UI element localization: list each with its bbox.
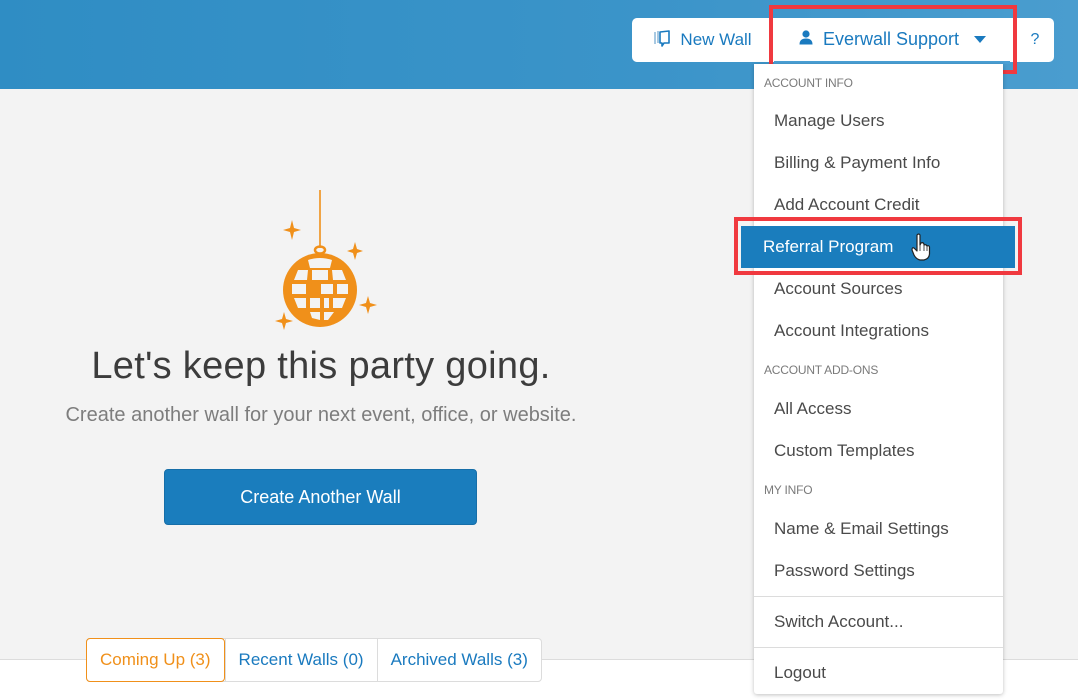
- menu-item-add-credit[interactable]: Add Account Credit: [754, 184, 1003, 226]
- caret-down-icon: [974, 36, 987, 43]
- menu-item-name-email[interactable]: Name & Email Settings: [754, 508, 1003, 550]
- new-wall-label: New Wall: [680, 30, 752, 49]
- account-dropdown-button[interactable]: Everwall Support: [774, 18, 1010, 64]
- menu-item-account-integrations[interactable]: Account Integrations: [754, 310, 1003, 352]
- menu-item-billing[interactable]: Billing & Payment Info: [754, 142, 1003, 184]
- header-actions: New Wall Everwall Support ?: [632, 18, 1054, 64]
- menu-divider: [754, 596, 1003, 597]
- hand-pointer-cursor-icon: [911, 233, 931, 266]
- menu-item-all-access[interactable]: All Access: [754, 388, 1003, 430]
- section-account-addons: ACCOUNT ADD-ONS: [764, 363, 879, 377]
- walls-tabs: Coming Up (3) Recent Walls (0) Archived …: [86, 638, 542, 682]
- section-account-info: ACCOUNT INFO: [764, 76, 853, 90]
- disco-ball-icon: [268, 190, 380, 337]
- walls-icon: [652, 28, 672, 53]
- help-button[interactable]: ?: [1016, 18, 1054, 62]
- menu-item-custom-templates[interactable]: Custom Templates: [754, 430, 1003, 472]
- page-headline: Let's keep this party going.: [91, 345, 551, 387]
- menu-divider: [754, 647, 1003, 648]
- menu-item-logout[interactable]: Logout: [754, 652, 1003, 694]
- account-dropdown-menu: ACCOUNT INFO Manage Users Billing & Paym…: [741, 64, 1015, 694]
- page-subheadline: Create another wall for your next event,…: [65, 404, 577, 426]
- new-wall-button[interactable]: New Wall: [632, 18, 772, 62]
- tab-archived-walls[interactable]: Archived Walls (3): [376, 639, 541, 681]
- menu-item-password[interactable]: Password Settings: [754, 550, 1003, 592]
- user-icon: [798, 29, 814, 50]
- tab-coming-up[interactable]: Coming Up (3): [86, 638, 225, 682]
- menu-item-manage-users[interactable]: Manage Users: [754, 100, 1003, 142]
- tab-recent-walls[interactable]: Recent Walls (0): [224, 639, 377, 681]
- create-another-wall-button[interactable]: Create Another Wall: [164, 469, 477, 525]
- menu-item-account-sources[interactable]: Account Sources: [754, 268, 1003, 310]
- section-my-info: MY INFO: [764, 483, 813, 497]
- menu-item-referral-program[interactable]: Referral Program: [741, 226, 1015, 268]
- account-name: Everwall Support: [822, 29, 960, 49]
- menu-item-switch-account[interactable]: Switch Account...: [754, 601, 1003, 643]
